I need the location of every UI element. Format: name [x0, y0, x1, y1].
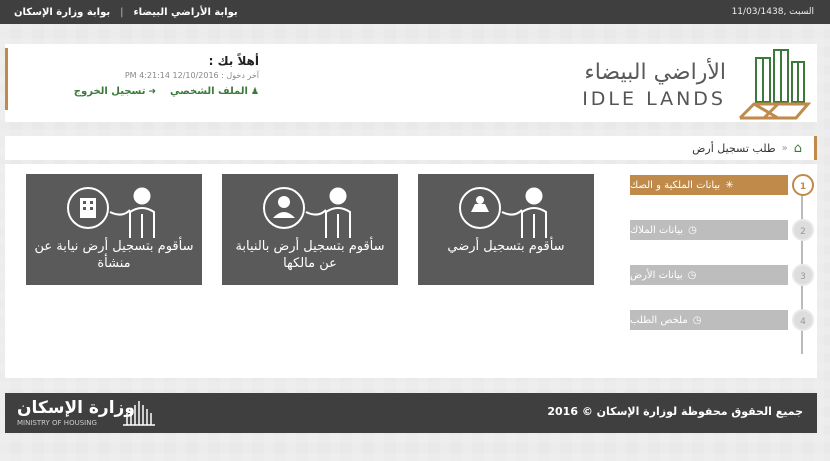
- step-land-data[interactable]: 3 ◷ بيانات الأرض: [624, 264, 814, 286]
- logout-link-label: تسجيل الخروج: [73, 86, 146, 97]
- step-request-summary[interactable]: 4 ◷ ملخص الطلب: [624, 309, 814, 331]
- clock-icon: ◷: [692, 314, 702, 326]
- link-ministry-portal[interactable]: بوابة وزارة الإسكان: [14, 7, 110, 18]
- footer: جميع الحقوق محفوظة لوزارة الإسكان © 2016…: [5, 393, 817, 433]
- welcome-text: أهلاً بك :: [208, 54, 259, 68]
- clock-icon: ◷: [687, 269, 697, 281]
- card-caption: سأقوم بتسجيل أرض نيابة عن منشأة: [34, 239, 194, 271]
- breadcrumb: طلب تسجيل أرض » ⌂: [5, 136, 817, 160]
- top-links: بوابة وزارة الإسكان | بوابة الأراضي البي…: [14, 7, 238, 18]
- card-caption: سأقوم بتسجيل أرض بالنيابة عن مالكها: [235, 239, 385, 271]
- breadcrumb-current: طلب تسجيل أرض: [692, 141, 776, 155]
- step-pill: ◷ ملخص الطلب: [630, 310, 788, 330]
- logo-english-text: IDLE LANDS: [582, 88, 726, 110]
- logout-icon: ➜: [148, 87, 157, 97]
- step-pill: ✳ بيانات الملكية و الصك: [630, 175, 788, 195]
- step-pill: ◷ بيانات الملاك: [630, 220, 788, 240]
- link-idle-lands-portal[interactable]: بوابة الأراضي البيضاء: [133, 7, 237, 18]
- person-with-land-icon: [459, 187, 547, 238]
- card-caption: سأقوم بتسجيل أرضي: [447, 239, 565, 254]
- step-label: بيانات الملكية و الصك: [630, 179, 721, 191]
- step-label: بيانات الأرض: [630, 269, 683, 281]
- ministry-arabic: وزارة الإسكان: [17, 398, 135, 418]
- logo-arabic-text: الأراضي البيضاء: [584, 60, 726, 85]
- idle-lands-logo[interactable]: الأراضي البيضاء IDLE LANDS: [574, 48, 814, 120]
- user-box: أهلاً بك : آخر دخول : 12/10/2016 4:21:14…: [5, 48, 275, 110]
- top-bar: بوابة وزارة الإسكان | بوابة الأراضي البي…: [0, 0, 830, 24]
- step-label: بيانات الملاك: [630, 224, 684, 236]
- ministry-english: MINISTRY OF HOUSING: [17, 419, 97, 427]
- user-icon: ♟: [250, 87, 259, 97]
- card-register-on-behalf-establishment[interactable]: سأقوم بتسجيل أرض نيابة عن منشأة: [26, 174, 202, 285]
- current-date: السبت ,11/03/1438: [731, 7, 814, 17]
- step-number: 3: [792, 264, 814, 286]
- copyright-text: جميع الحقوق محفوظة لوزارة الإسكان © 2016: [547, 405, 803, 418]
- person-with-user-icon: [263, 187, 351, 238]
- ministry-brand[interactable]: وزارة الإسكان MINISTRY OF HOUSING: [17, 398, 135, 427]
- steps-wizard: 1 ✳ بيانات الملكية و الصك 2 ◷ بيانات الم…: [622, 170, 822, 360]
- step-number: 1: [792, 174, 814, 196]
- step-label: ملخص الطلب: [630, 314, 688, 326]
- card-register-own-land[interactable]: سأقوم بتسجيل أرضي: [418, 174, 594, 285]
- clock-icon: ◷: [688, 224, 697, 236]
- ministry-logo-icon: [123, 401, 155, 426]
- person-with-building-icon: [67, 187, 155, 238]
- home-icon[interactable]: ⌂: [794, 141, 802, 156]
- profile-link[interactable]: ♟الملف الشخصي: [170, 86, 259, 97]
- step-pill: ◷ بيانات الأرض: [630, 265, 788, 285]
- step-number: 4: [792, 309, 814, 331]
- step-ownership-deed[interactable]: 1 ✳ بيانات الملكية و الصك: [624, 174, 814, 196]
- profile-link-label: الملف الشخصي: [170, 86, 248, 97]
- card-register-on-behalf-owner[interactable]: سأقوم بتسجيل أرض بالنيابة عن مالكها: [222, 174, 398, 285]
- step-owners-data[interactable]: 2 ◷ بيانات الملاك: [624, 219, 814, 241]
- buildings-logo-icon: [738, 49, 812, 120]
- user-links: ♟الملف الشخصي ➜تسجيل الخروج: [74, 86, 259, 97]
- step-number: 2: [792, 219, 814, 241]
- top-separator: |: [120, 6, 124, 18]
- breadcrumb-separator: »: [781, 142, 788, 154]
- spinner-icon: ✳: [725, 179, 734, 191]
- last-login-text: آخر دخول : 12/10/2016 4:21:14 PM: [124, 71, 259, 80]
- logout-link[interactable]: ➜تسجيل الخروج: [74, 86, 156, 97]
